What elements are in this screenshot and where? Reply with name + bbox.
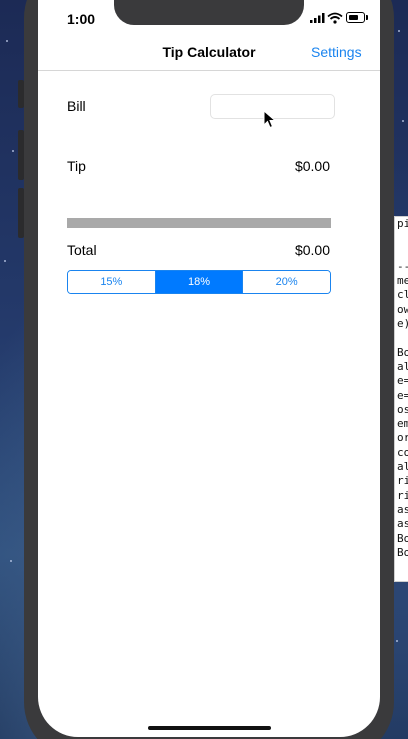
terminal-line: pi [397,217,408,230]
terminal-line: e) [397,317,408,331]
star [4,260,6,262]
tip-amount: $0.00 [294,158,330,174]
cellular-signal-icon [310,13,325,23]
terminal-line: as [397,517,408,531]
terminal-line: ri [397,474,408,488]
volume-up-button [18,130,24,180]
bill-label: Bill [67,98,86,114]
total-amount: $0.00 [294,242,330,258]
terminal-line: co [397,445,408,459]
tip-label: Tip [67,158,86,174]
home-indicator[interactable] [148,726,271,730]
tip-option-18[interactable]: 18% [154,271,243,293]
battery-cap [366,15,368,20]
terminal-line: -- [397,259,408,273]
wifi-icon [327,12,343,24]
tip-percentage-control: 15% 18% 20% [67,270,331,294]
terminal-line: e= [397,374,408,388]
mouse-cursor-icon [263,110,277,129]
star [398,30,400,32]
terminal-line: me [397,274,408,288]
terminal-line: or [397,431,408,445]
tip-option-15[interactable]: 15% [68,271,155,293]
total-label: Total [67,242,97,258]
battery-icon [346,12,365,23]
star [10,560,12,562]
star [402,120,404,122]
terminal-line: Bo [397,531,408,545]
terminal-line: ow [397,302,408,316]
volume-down-button [18,188,24,238]
terminal-window[interactable]: pi--meclowe)Boale=e=osemorcoalririasasBo… [394,216,408,582]
nav-divider [38,70,380,71]
star [396,640,398,642]
terminal-line: Bo [397,545,408,559]
terminal-line: e= [397,388,408,402]
terminal-line: ri [397,488,408,502]
status-time: 1:00 [67,11,96,27]
device-notch [114,0,304,25]
star [6,40,8,42]
star [12,150,14,152]
terminal-line: Bo [397,345,408,359]
terminal-line: al [397,359,408,373]
mute-switch [18,80,24,108]
terminal-line: os [397,402,408,416]
settings-button[interactable]: Settings [311,44,362,60]
separator-bar [67,218,331,228]
terminal-line: cl [397,288,408,302]
tip-option-20[interactable]: 20% [242,271,330,293]
terminal-line: em [397,417,408,431]
terminal-line: al [397,460,408,474]
terminal-line: as [397,502,408,516]
